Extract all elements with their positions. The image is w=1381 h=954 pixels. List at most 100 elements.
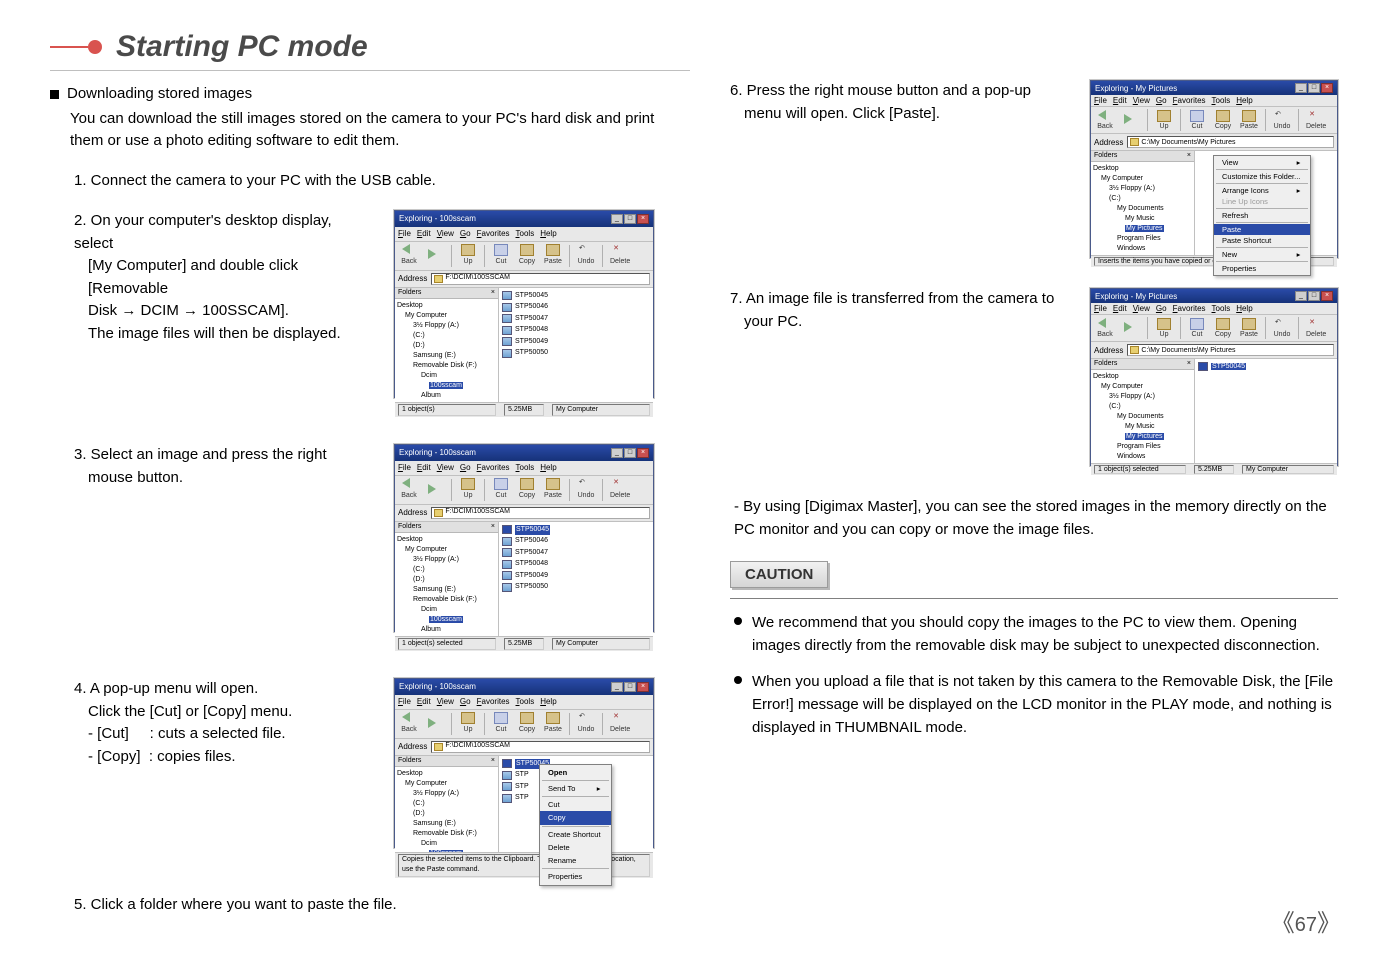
- menu-help[interactable]: Help: [540, 228, 556, 240]
- file-list[interactable]: View▸ Customize this Folder... Arrange I…: [1195, 151, 1337, 255]
- menu-favorites[interactable]: Favorites: [477, 462, 510, 474]
- paste-button[interactable]: Paste: [542, 478, 564, 502]
- ctx-open[interactable]: Open: [540, 766, 611, 779]
- menu-tools[interactable]: Tools: [516, 228, 535, 240]
- ctx-new[interactable]: New▸: [1214, 249, 1310, 260]
- menu-tools[interactable]: Tools: [516, 462, 535, 474]
- back-button[interactable]: Back: [398, 244, 420, 268]
- maximize-button[interactable]: □: [624, 682, 636, 692]
- undo-button[interactable]: ↶Undo: [575, 478, 597, 502]
- menu-file[interactable]: File: [1094, 304, 1107, 313]
- close-button[interactable]: ×: [637, 682, 649, 692]
- paste-button[interactable]: Paste: [1238, 318, 1260, 338]
- up-button[interactable]: Up: [457, 244, 479, 268]
- context-menu-file[interactable]: Open Send To▸ Cut Copy Create Shortcut D…: [539, 764, 612, 886]
- address-input[interactable]: F:\DCIM\100SSCAM: [431, 507, 650, 519]
- menu-help[interactable]: Help: [540, 696, 556, 708]
- folder-tree[interactable]: Folders× Desktop My Computer 3½ Floppy (…: [1091, 151, 1195, 255]
- folder-tree[interactable]: Folders× Desktop My Computer 3½ Floppy (…: [1091, 359, 1195, 463]
- undo-button[interactable]: ↶Undo: [1271, 110, 1293, 130]
- undo-button[interactable]: ↶Undo: [1271, 318, 1293, 338]
- ctx-properties[interactable]: Properties: [540, 870, 611, 883]
- menu-file[interactable]: File: [1094, 96, 1107, 105]
- delete-button[interactable]: ✕Delete: [608, 478, 632, 502]
- cut-button[interactable]: Cut: [490, 478, 512, 502]
- back-button[interactable]: Back: [398, 478, 420, 502]
- ctx-rename[interactable]: Rename: [540, 854, 611, 867]
- menu-favorites[interactable]: Favorites: [477, 696, 510, 708]
- menu-favorites[interactable]: Favorites: [1173, 96, 1206, 105]
- minimize-button[interactable]: _: [611, 448, 623, 458]
- file-list[interactable]: STP50045 STP50046 STP50047 STP50048 STP5…: [499, 522, 653, 636]
- back-button[interactable]: Back: [1094, 110, 1116, 130]
- folder-tree[interactable]: Folders× Desktop My Computer 3½ Floppy (…: [395, 522, 499, 636]
- menu-help[interactable]: Help: [1236, 304, 1252, 313]
- close-button[interactable]: ×: [637, 448, 649, 458]
- context-menu-blank[interactable]: View▸ Customize this Folder... Arrange I…: [1213, 155, 1311, 276]
- ctx-properties[interactable]: Properties: [1214, 263, 1310, 274]
- up-button[interactable]: Up: [457, 478, 479, 502]
- cut-button[interactable]: Cut: [490, 244, 512, 268]
- menu-edit[interactable]: Edit: [417, 228, 431, 240]
- cut-button[interactable]: Cut: [1186, 110, 1208, 130]
- close-button[interactable]: ×: [1321, 83, 1333, 93]
- close-button[interactable]: ×: [637, 214, 649, 224]
- menu-tools[interactable]: Tools: [1212, 304, 1231, 313]
- address-input[interactable]: C:\My Documents\My Pictures: [1127, 136, 1334, 148]
- up-button[interactable]: Up: [1153, 318, 1175, 338]
- ctx-cut[interactable]: Cut: [540, 798, 611, 811]
- up-button[interactable]: Up: [1153, 110, 1175, 130]
- cut-button[interactable]: Cut: [1186, 318, 1208, 338]
- menu-go[interactable]: Go: [1156, 96, 1167, 105]
- forward-button[interactable]: [1120, 114, 1142, 126]
- undo-button[interactable]: ↶Undo: [575, 244, 597, 268]
- address-input[interactable]: C:\My Documents\My Pictures: [1127, 344, 1334, 356]
- ctx-copy[interactable]: Copy: [540, 811, 611, 824]
- menu-go[interactable]: Go: [460, 228, 471, 240]
- ctx-shortcut[interactable]: Create Shortcut: [540, 828, 611, 841]
- delete-button[interactable]: ✕Delete: [608, 244, 632, 268]
- maximize-button[interactable]: □: [1308, 83, 1320, 93]
- ctx-refresh[interactable]: Refresh: [1214, 210, 1310, 221]
- copy-button[interactable]: Copy: [516, 244, 538, 268]
- up-button[interactable]: Up: [457, 712, 479, 736]
- maximize-button[interactable]: □: [624, 214, 636, 224]
- menu-go[interactable]: Go: [460, 462, 471, 474]
- forward-button[interactable]: [424, 249, 446, 262]
- folder-tree[interactable]: Folders× Desktop My Computer 3½ Floppy (…: [395, 288, 499, 402]
- paste-button[interactable]: Paste: [542, 244, 564, 268]
- copy-button[interactable]: Copy: [1212, 110, 1234, 130]
- ctx-paste[interactable]: Paste: [1214, 224, 1310, 235]
- menu-go[interactable]: Go: [1156, 304, 1167, 313]
- forward-button[interactable]: [424, 718, 446, 730]
- ctx-paste-shortcut[interactable]: Paste Shortcut: [1214, 235, 1310, 246]
- cut-button[interactable]: Cut: [490, 712, 512, 736]
- forward-button[interactable]: [424, 484, 446, 496]
- copy-button[interactable]: Copy: [516, 478, 538, 502]
- back-button[interactable]: Back: [1094, 318, 1116, 338]
- menu-view[interactable]: View: [1133, 96, 1150, 105]
- menu-file[interactable]: File: [398, 696, 411, 708]
- delete-button[interactable]: ✕Delete: [608, 712, 632, 736]
- menu-file[interactable]: File: [398, 228, 411, 240]
- menu-file[interactable]: File: [398, 462, 411, 474]
- menu-help[interactable]: Help: [1236, 96, 1252, 105]
- menu-go[interactable]: Go: [460, 696, 471, 708]
- folder-tree[interactable]: Folders× Desktop My Computer 3½ Floppy (…: [395, 756, 499, 852]
- menu-view[interactable]: View: [437, 696, 454, 708]
- menu-edit[interactable]: Edit: [417, 696, 431, 708]
- copy-button[interactable]: Copy: [516, 712, 538, 736]
- file-list[interactable]: STP50045 STP50046 STP50047 STP50048 STP5…: [499, 288, 653, 402]
- ctx-arrange[interactable]: Arrange Icons▸: [1214, 185, 1310, 196]
- minimize-button[interactable]: _: [611, 214, 623, 224]
- address-input[interactable]: F:\DCIM\100SSCAM: [431, 273, 650, 285]
- forward-button[interactable]: [1120, 322, 1142, 334]
- minimize-button[interactable]: _: [1295, 291, 1307, 301]
- paste-button[interactable]: Paste: [1238, 110, 1260, 130]
- menu-edit[interactable]: Edit: [417, 462, 431, 474]
- menu-favorites[interactable]: Favorites: [1173, 304, 1206, 313]
- ctx-delete[interactable]: Delete: [540, 841, 611, 854]
- menu-edit[interactable]: Edit: [1113, 304, 1127, 313]
- ctx-view[interactable]: View▸: [1214, 157, 1310, 168]
- minimize-button[interactable]: _: [1295, 83, 1307, 93]
